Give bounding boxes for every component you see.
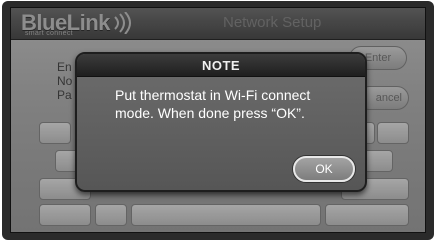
note-dialog: NOTE Put thermostat in Wi-Fi connect mod… [75, 52, 367, 192]
ok-button-label: OK [315, 162, 333, 176]
dialog-message: Put thermostat in Wi-Fi connect mode. Wh… [115, 87, 311, 121]
ok-button[interactable]: OK [293, 156, 355, 182]
dialog-title: NOTE [201, 57, 241, 73]
thermostat-screen: BlueLink smart connect Network Setup En … [10, 7, 426, 233]
dialog-header: NOTE [77, 54, 365, 77]
thermostat-device-frame: BlueLink smart connect Network Setup En … [2, 1, 434, 240]
